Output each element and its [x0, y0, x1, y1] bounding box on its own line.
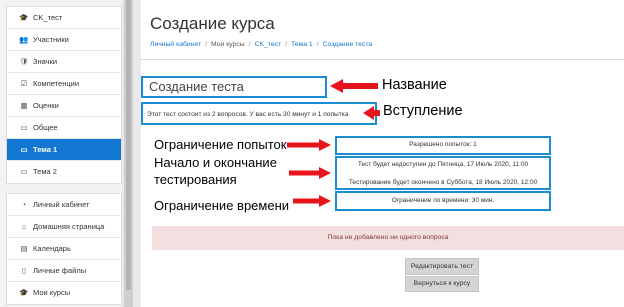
sidebar-item-course-1[interactable]: 👥 Участники	[7, 29, 121, 51]
folder-icon: ▭	[20, 123, 28, 132]
sidebar-item-label: Тема 1	[33, 145, 58, 154]
sidebar-scroll-thumb[interactable]	[126, 0, 131, 290]
sidebar-item-label: Домашняя страница	[33, 222, 105, 231]
breadcrumb-separator: /	[316, 41, 319, 48]
competencies-icon: ☑	[20, 79, 28, 88]
breadcrumb-item[interactable]: Тема 1	[291, 41, 313, 48]
arrow-left-icon	[363, 106, 380, 120]
annotation-name: Название	[382, 77, 447, 93]
breadcrumb-separator: /	[205, 41, 208, 48]
sidebar-item-site-3[interactable]: ▯ Личные файлы	[7, 260, 121, 282]
file-icon: ▯	[21, 266, 27, 275]
sidebar: 🎓 CK_тест 👥 Участники 🛡 Значки ☑ Компетенции ▦ Оц…	[0, 0, 122, 307]
sidebar-item-course-6[interactable]: ▭ Тема 1	[7, 139, 121, 161]
breadcrumb-item: Мои курсы	[211, 41, 245, 48]
calendar-icon: ▤	[20, 244, 28, 253]
sidebar-item-label: Тема 2	[33, 167, 57, 176]
quiz-title: Создание теста	[141, 76, 327, 98]
site-nav-block: ◔ Личный кабинет ⌂ Домашняя страница ▤ Календ…	[6, 193, 122, 305]
dashboard-icon: ◔	[21, 200, 27, 209]
quiz-open-date: Тест будет недоступен до Пятница, 17 Июл…	[357, 161, 529, 168]
annotation-dates-line1: Начало и окончание	[154, 155, 277, 170]
main-content: Создание курса Личный кабинет / Мои курсы /…	[141, 0, 624, 307]
quiz-time-limit: Ограничение по времени: 30 мин.	[335, 191, 551, 211]
sidebar-item-course-3[interactable]: ☑ Компетенции	[7, 73, 121, 95]
users-icon: 👥	[19, 35, 29, 44]
quiz-intro: Этот тест состоит из 2 вопросов. У вас е…	[141, 102, 377, 125]
no-questions-alert: Пока не добавлено ни одного вопроса	[152, 226, 624, 250]
breadcrumb-separator: /	[285, 41, 288, 48]
sidebar-item-label: Личные файлы	[33, 266, 87, 275]
sidebar-item-course-5[interactable]: ▭ Общее	[7, 117, 121, 139]
sidebar-item-label: Оценки	[33, 101, 59, 110]
graduation-cap-icon: 🎓	[19, 13, 29, 22]
sidebar-item-label: Личный кабинет	[33, 200, 90, 209]
breadcrumb-item[interactable]: Личный кабинет	[150, 41, 201, 48]
sidebar-item-label: Компетенции	[33, 79, 80, 88]
sidebar-item-site-2[interactable]: ▤ Календарь	[7, 238, 121, 260]
sidebar-item-course-0[interactable]: 🎓 CK_тест	[7, 7, 121, 29]
sidebar-item-label: Общее	[33, 123, 58, 132]
quiz-attempts: Разрешено попыток: 1	[335, 136, 551, 155]
sidebar-item-course-2[interactable]: 🛡 Значки	[7, 51, 121, 73]
course-nav-block: 🎓 CK_тест 👥 Участники 🛡 Значки ☑ Компетенции ▦ Оц…	[6, 6, 122, 184]
grades-icon: ▦	[20, 101, 28, 110]
annotation-dates-line2: тестирования	[154, 172, 237, 187]
edit-quiz-button[interactable]: Редактировать тест	[405, 258, 479, 275]
sidebar-item-course-7[interactable]: ▭ Тема 2	[7, 161, 121, 183]
page-title: Создание курса	[150, 14, 275, 33]
sidebar-item-site-0[interactable]: ◔ Личный кабинет	[7, 194, 121, 216]
back-to-course-button[interactable]: Вернуться к курсу	[405, 276, 479, 292]
sidebar-item-site-1[interactable]: ⌂ Домашняя страница	[7, 216, 121, 238]
home-icon: ⌂	[21, 222, 27, 231]
arrow-right-icon	[293, 195, 331, 207]
annotation-intro: Вступление	[383, 103, 463, 119]
sidebar-item-label: Календарь	[33, 244, 71, 253]
arrow-right-icon	[289, 167, 331, 179]
breadcrumb-item[interactable]: CK_тест	[255, 41, 282, 48]
arrow-left-icon	[330, 79, 378, 93]
badge-icon: 🛡	[19, 57, 29, 66]
breadcrumb-separator: /	[248, 41, 251, 48]
breadcrumb-item[interactable]: Создание теста	[323, 41, 373, 48]
sidebar-item-label: Мои курсы	[33, 288, 71, 297]
annotation-attempts: Ограничение попыток	[154, 137, 287, 152]
breadcrumb: Личный кабинет / Мои курсы / CK_тест / Тема 1/…	[150, 41, 372, 48]
sidebar-item-label: Участники	[33, 35, 69, 44]
arrow-right-icon	[287, 139, 331, 151]
sidebar-item-label: Значки	[33, 57, 58, 66]
courses-icon: 🎓	[19, 288, 29, 297]
annotation-time: Ограничение времени	[154, 198, 290, 213]
sidebar-item-label: CK_тест	[33, 13, 63, 22]
sidebar-item-course-4[interactable]: ▦ Оценки	[7, 95, 121, 117]
sidebar-item-site-4[interactable]: 🎓 Мои курсы	[7, 282, 121, 304]
page-header: Создание курса Личный кабинет / Мои курсы /…	[141, 0, 624, 60]
folder-icon: ▭	[20, 145, 28, 154]
quiz-dates: Тест будет недоступен до Пятница, 17 Июл…	[335, 156, 551, 190]
folder-icon: ▭	[20, 167, 28, 176]
quiz-body: Создание теста Этот тест состоит из 2 во…	[141, 66, 624, 307]
quiz-close-date: Тестирование будет окончено в Суббота, 1…	[348, 179, 538, 186]
